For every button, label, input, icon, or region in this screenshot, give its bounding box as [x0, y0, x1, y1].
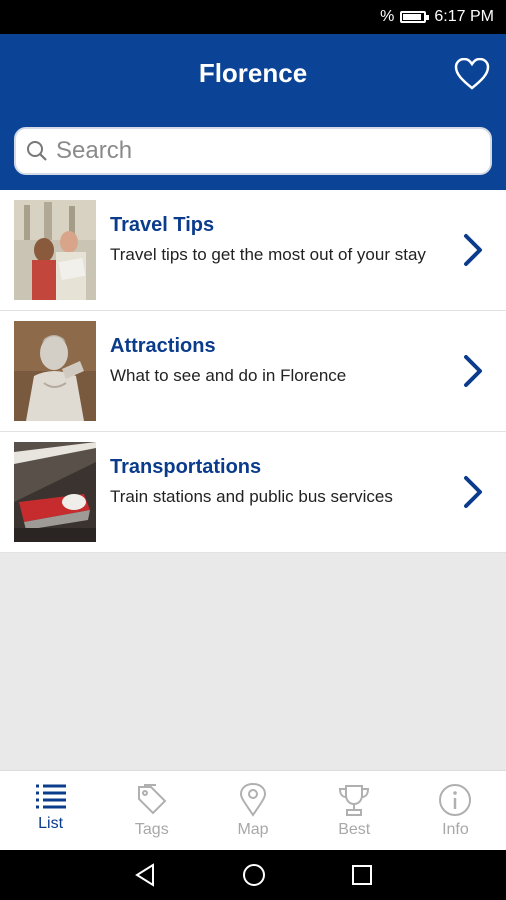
- nav-label: List: [38, 815, 64, 832]
- nav-tags[interactable]: Tags: [101, 771, 202, 851]
- tags-icon: [137, 784, 167, 815]
- item-title: Attractions: [110, 335, 216, 357]
- search-input[interactable]: [54, 136, 458, 166]
- bottom-nav: List Tags Map Best Info: [0, 770, 506, 851]
- back-icon[interactable]: [133, 863, 157, 887]
- item-subtitle: Train stations and public bus services: [110, 487, 393, 506]
- nav-info[interactable]: Info: [405, 771, 506, 851]
- battery-icon: [400, 11, 430, 23]
- page-title: Florence: [198, 58, 308, 88]
- recents-icon[interactable]: [351, 864, 373, 886]
- nav-list[interactable]: List: [0, 771, 101, 851]
- list-item-attractions[interactable]: Attractions What to see and do in Floren…: [0, 311, 506, 432]
- item-title: Transportations: [110, 456, 262, 478]
- list-item-travel-tips[interactable]: Travel Tips Travel tips to get the most …: [0, 190, 506, 311]
- battery-percent: %: [380, 8, 395, 25]
- nav-label: Info: [442, 821, 469, 838]
- system-nav-bar: [0, 850, 506, 900]
- item-subtitle: Travel tips to get the most out of your …: [110, 245, 426, 264]
- map-pin-icon: [239, 783, 267, 817]
- train-station-photo: [14, 442, 96, 542]
- david-statue-photo: [14, 321, 96, 421]
- item-title: Travel Tips: [110, 214, 215, 236]
- favorites-button[interactable]: [452, 54, 492, 94]
- item-subtitle: What to see and do in Florence: [110, 366, 347, 385]
- category-list: Travel Tips Travel tips to get the most …: [0, 190, 506, 553]
- nav-label: Map: [237, 821, 269, 838]
- list-icon: [35, 784, 66, 809]
- app-bar: Florence: [0, 34, 506, 190]
- nav-map[interactable]: Map: [202, 771, 303, 851]
- trophy-icon: [339, 785, 370, 816]
- nav-best[interactable]: Best: [304, 771, 405, 851]
- list-item-transportations[interactable]: Transportations Train stations and publi…: [0, 432, 506, 553]
- clock: 6:17 PM: [434, 8, 494, 25]
- nav-label: Tags: [134, 821, 169, 838]
- info-icon: [439, 784, 472, 816]
- heart-icon: [454, 58, 490, 90]
- chevron-right-icon: [464, 234, 482, 266]
- search-box[interactable]: [14, 127, 492, 175]
- chevron-right-icon: [464, 476, 482, 508]
- status-bar: % 6:17 PM: [0, 0, 506, 34]
- search-icon: [27, 141, 47, 161]
- nav-label: Best: [338, 821, 371, 838]
- home-icon[interactable]: [242, 863, 266, 887]
- chevron-right-icon: [464, 355, 482, 387]
- tourists-photo: [14, 200, 96, 300]
